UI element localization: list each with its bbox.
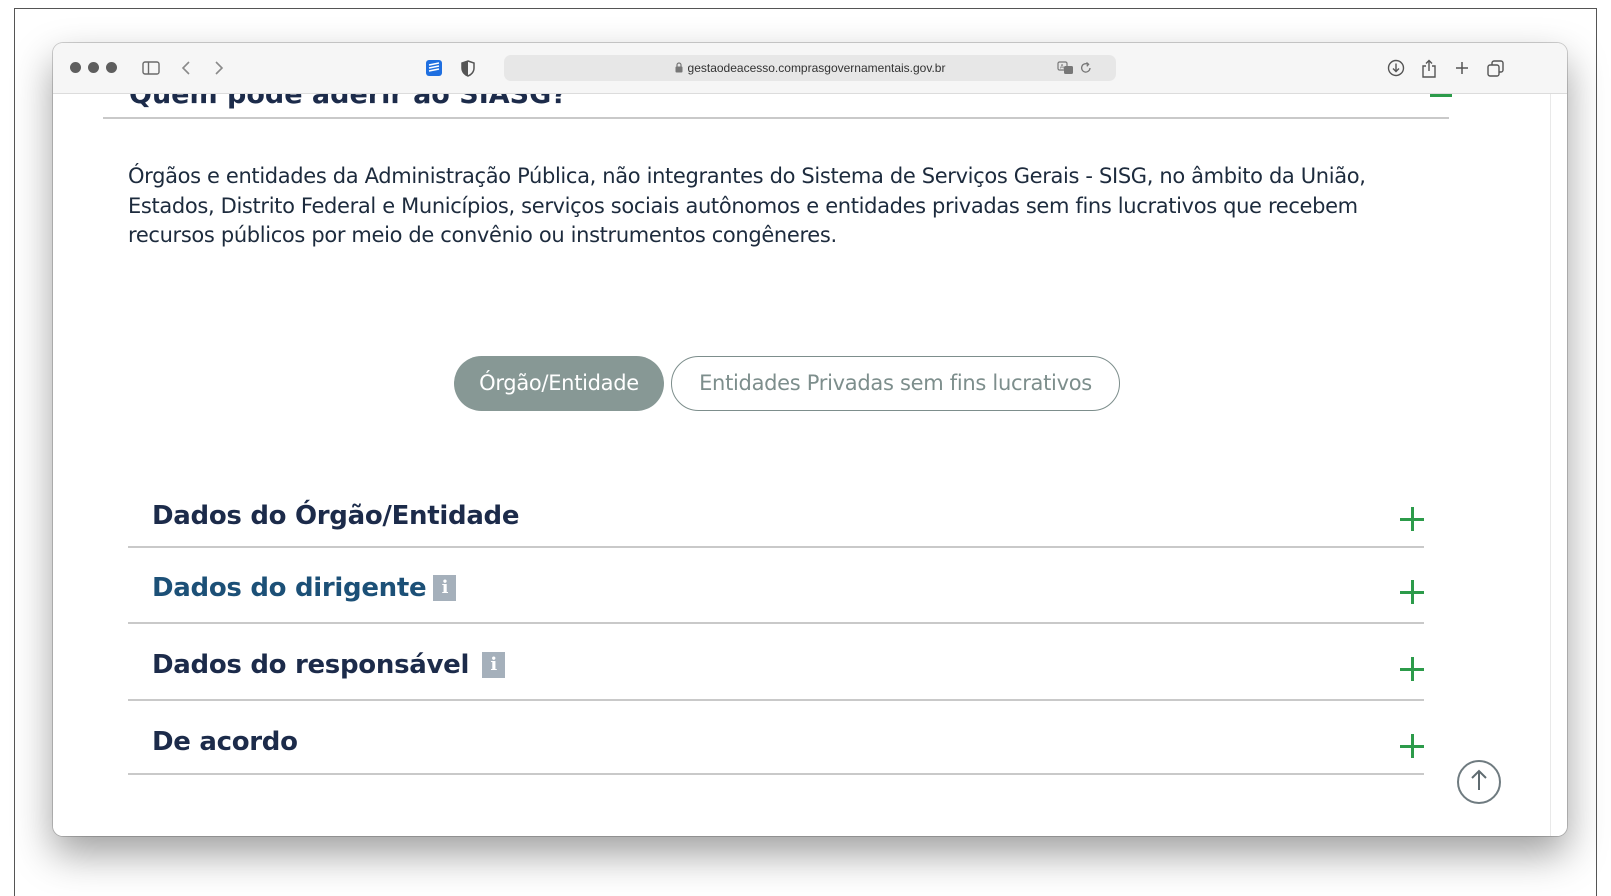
accordion-divider [128,699,1424,701]
accordion-label: Dados do Órgão/Entidade [152,501,520,531]
web-page: Quem pode aderir ao SIASG? Órgãos e enti… [53,94,1567,836]
section-description: Órgãos e entidades da Administração Públ… [128,164,1366,247]
accordion-item-de-acordo[interactable]: De acordo [128,722,1424,782]
accordion-title: De acordo [152,727,298,757]
reload-icon[interactable] [1080,61,1092,80]
segment-orgao-entidade[interactable]: Órgão/Entidade [454,356,664,411]
close-window-button[interactable] [70,62,81,73]
back-icon[interactable] [178,56,194,80]
accordion-title: Dados do Órgão/Entidade [152,501,520,531]
collapse-minus-icon[interactable] [1430,94,1452,97]
section-divider [103,117,1449,119]
page-scrollbar-track[interactable] [1550,94,1551,836]
address-bar[interactable]: gestaodeacesso.comprasgovernamentais.gov… [504,55,1116,81]
extension-icon[interactable] [424,56,444,80]
accordion-divider [128,622,1424,624]
browser-toolbar: gestaodeacesso.comprasgovernamentais.gov… [53,43,1567,94]
scroll-to-top-button[interactable] [1457,760,1501,804]
minimize-window-button[interactable] [88,62,99,73]
accordion-title: Dados do responsável i [152,650,506,680]
accordion-label: Dados do dirigente [152,573,427,603]
expand-plus-icon[interactable] [1400,507,1424,531]
accordion-divider [128,546,1424,548]
info-icon[interactable]: i [433,575,457,601]
section-heading: Quem pode aderir ao SIASG? [129,94,567,110]
download-icon[interactable] [1386,56,1406,80]
segment-entidades-privadas[interactable]: Entidades Privadas sem fins lucrativos [671,356,1120,411]
tabs-overview-icon[interactable] [1485,56,1505,80]
forward-icon[interactable] [211,56,227,80]
accordion-label: De acordo [152,727,298,757]
shield-icon[interactable] [458,56,478,80]
url-display: gestaodeacesso.comprasgovernamentais.gov… [504,61,1116,76]
url-text: gestaodeacesso.comprasgovernamentais.gov… [687,61,946,75]
expand-plus-icon[interactable] [1400,580,1424,604]
sidebar-icon[interactable] [140,56,162,80]
accordion-title: Dados do dirigente i [152,573,457,603]
accordion-label: Dados do responsável [152,650,470,680]
accordion-item-dados-dirigente[interactable]: Dados do dirigente i [128,568,1424,628]
translate-icon[interactable]: A [1057,61,1075,80]
expand-plus-icon[interactable] [1400,657,1424,681]
info-icon[interactable]: i [482,652,506,678]
accordion-divider [128,773,1424,775]
share-icon[interactable] [1419,56,1439,80]
arrow-up-icon [1469,768,1489,797]
zoom-window-button[interactable] [106,62,117,73]
accordion-item-dados-orgao[interactable]: Dados do Órgão/Entidade [128,496,1424,551]
new-tab-icon[interactable] [1452,56,1472,80]
lock-icon [675,62,683,76]
browser-window: gestaodeacesso.comprasgovernamentais.gov… [53,43,1567,836]
accordion-item-dados-responsavel[interactable]: Dados do responsável i [128,645,1424,705]
expand-plus-icon[interactable] [1400,734,1424,758]
